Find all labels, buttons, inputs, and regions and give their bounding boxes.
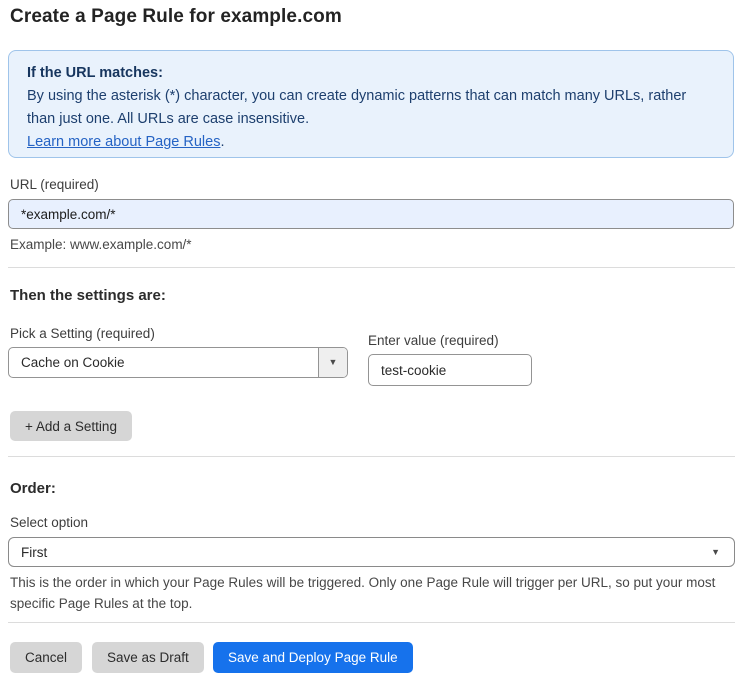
chevron-down-icon: ▼ [711, 546, 720, 557]
divider-bottom [8, 622, 735, 623]
link-period: . [220, 134, 225, 150]
order-dropdown-value: First [21, 544, 48, 560]
info-box-heading: If the URL matches: [27, 65, 163, 81]
url-match-info-box: If the URL matches: By using the asteris… [8, 50, 734, 158]
url-input[interactable] [8, 199, 734, 229]
setting-dropdown[interactable]: Cache on Cookie ▼ [8, 347, 348, 378]
page-title: Create a Page Rule for example.com [10, 6, 342, 27]
enter-value-label: Enter value (required) [368, 333, 499, 348]
add-setting-button[interactable]: + Add a Setting [10, 411, 132, 441]
save-as-draft-button[interactable]: Save as Draft [92, 642, 204, 673]
select-option-label: Select option [10, 515, 89, 530]
divider-top [8, 267, 735, 268]
create-page-rule-form: Create a Page Rule for example.com If th… [0, 0, 750, 693]
setting-dropdown-arrow-button[interactable]: ▼ [318, 348, 347, 377]
cancel-button[interactable]: Cancel [10, 642, 83, 673]
order-help-text: This is the order in which your Page Rul… [10, 575, 716, 611]
settings-heading: Then the settings are: [10, 287, 166, 304]
url-label: URL (required) [10, 177, 99, 192]
pick-setting-label: Pick a Setting (required) [10, 326, 155, 341]
setting-value-input[interactable] [368, 354, 532, 386]
info-box-body: By using the asterisk (*) character, you… [27, 88, 687, 127]
order-dropdown[interactable]: First ▼ [8, 537, 735, 567]
learn-more-link[interactable]: Learn more about Page Rules [27, 134, 220, 150]
divider-middle [8, 456, 735, 457]
save-and-deploy-button[interactable]: Save and Deploy Page Rule [213, 642, 413, 673]
url-example-text: Example: www.example.com/* [10, 237, 192, 252]
info-box-link-line: Learn more about Page Rules. [27, 131, 715, 154]
order-heading: Order: [10, 480, 56, 497]
setting-dropdown-value: Cache on Cookie [21, 355, 125, 370]
chevron-down-icon: ▼ [328, 357, 338, 367]
